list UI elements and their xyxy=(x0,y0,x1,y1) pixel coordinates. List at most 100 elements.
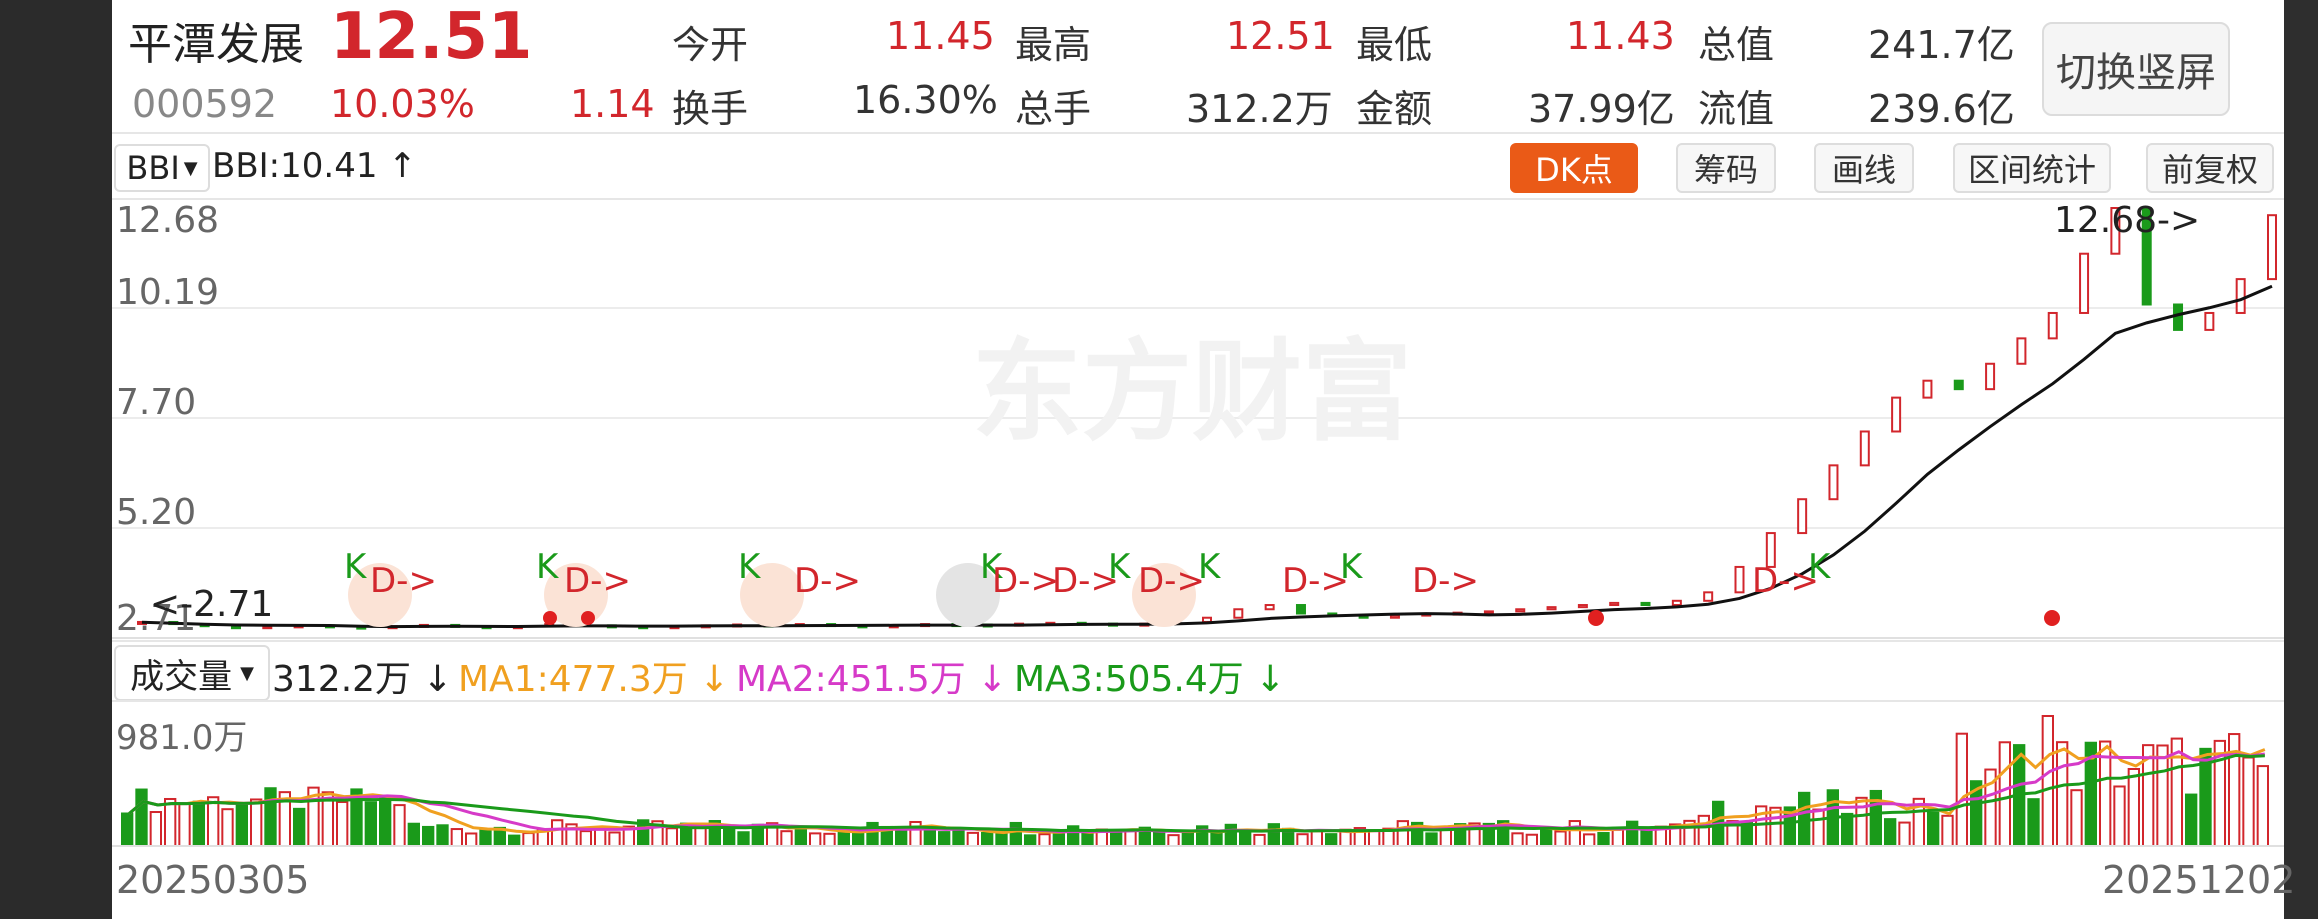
candle xyxy=(2173,303,2184,331)
switch-portrait-button[interactable]: 切换竖屏 xyxy=(2042,22,2230,116)
volume-bar xyxy=(594,828,607,847)
candle xyxy=(1640,601,1651,607)
volume-bar xyxy=(1325,833,1338,848)
signal-label: D-> xyxy=(794,561,861,601)
amount-value: 37.99亿 xyxy=(1528,87,1675,131)
signal-label: D-> xyxy=(564,561,631,601)
volume-bar xyxy=(2113,785,2126,848)
dk-point-button[interactable]: DK点 xyxy=(1510,143,1638,193)
right-dark-margin xyxy=(2284,0,2318,919)
volume-bar xyxy=(508,834,521,848)
current-price: 12.51 xyxy=(330,0,533,74)
volume-bar xyxy=(379,795,392,848)
volume-indicator-select[interactable]: 成交量 ▼ xyxy=(114,645,270,701)
volume-bar xyxy=(250,798,263,848)
volume-bar xyxy=(2070,789,2083,847)
draw-line-button[interactable]: 画线 xyxy=(1814,143,1914,193)
volume-bar xyxy=(407,822,420,847)
volume-bar xyxy=(579,830,592,847)
volume-bar xyxy=(1181,831,1194,847)
change-percent: 10.03% xyxy=(330,82,475,126)
candle xyxy=(1264,604,1275,611)
volume-value: 312.2万 xyxy=(1186,87,1333,131)
volume-bar xyxy=(235,803,248,847)
volume-bar xyxy=(336,801,349,847)
signal-label: K xyxy=(344,547,368,587)
volume-bar xyxy=(694,825,707,848)
volume-bar xyxy=(1038,833,1051,847)
turnover-value: 16.30% xyxy=(853,78,998,122)
signal-label: K xyxy=(536,547,560,587)
kline-chart[interactable]: 东方财富 K D-> K D-> K D-> KD->D->K D->K D->K D-> D->K xyxy=(112,200,2284,640)
open-label: 今开 xyxy=(672,23,749,67)
volume-ma1: MA1:477.3万 ↓ xyxy=(458,659,730,700)
chip-button[interactable]: 筹码 xyxy=(1676,143,1776,193)
candle xyxy=(1609,601,1620,607)
indicator-select[interactable]: BBI ▼ xyxy=(114,144,210,192)
volume-bar xyxy=(809,832,822,848)
volume-bar xyxy=(1626,820,1639,847)
float-cap-value: 239.6亿 xyxy=(1868,87,2015,131)
volume-bar xyxy=(1841,812,1854,847)
volume-bar xyxy=(1210,832,1223,847)
adjust-button[interactable]: 前复权 xyxy=(2146,143,2274,193)
volume-bar xyxy=(2127,767,2140,847)
volume-bar xyxy=(995,833,1008,847)
volume-bar xyxy=(479,829,492,847)
dk-signals: K D-> K D-> K D-> KD->D->K D->K D->K D-> D->K xyxy=(344,547,1832,601)
volume-bar xyxy=(1296,833,1309,847)
candle xyxy=(2016,337,2027,365)
signal-label: D-> xyxy=(1138,561,1205,601)
total-cap-value: 241.7亿 xyxy=(1868,23,2015,67)
stock-name: 平潭发展 xyxy=(128,19,304,70)
volume-bar xyxy=(192,800,205,847)
volume-bar xyxy=(823,832,836,848)
volume-bar xyxy=(837,829,851,847)
candle xyxy=(1953,379,1964,391)
volume-bar xyxy=(938,831,951,848)
watermark: 东方财富 xyxy=(972,328,1412,456)
volume-bar xyxy=(436,824,449,848)
volume-bar xyxy=(1927,811,1940,847)
volume-bar xyxy=(2156,744,2169,847)
volume-bar xyxy=(121,812,134,847)
float-cap-label: 流值 xyxy=(1698,87,1775,131)
volume-bar xyxy=(1239,831,1252,848)
price-axis-label: 7.70 xyxy=(116,382,197,423)
ma2-text: MA2:451.5万 xyxy=(736,659,966,700)
candle xyxy=(1389,614,1400,619)
volume-bar xyxy=(1697,814,1710,847)
volume-chart[interactable] xyxy=(112,700,2284,850)
signal-label: K xyxy=(1198,547,1222,587)
signal-label: K xyxy=(738,547,762,587)
signal-label: D-> xyxy=(1412,561,1479,601)
volume-bar xyxy=(952,829,965,848)
candle xyxy=(1483,610,1494,615)
candle xyxy=(1515,608,1526,613)
candle xyxy=(1891,396,1902,433)
left-dark-margin xyxy=(0,0,112,919)
indicator-value: BBI:10.41 ↑ xyxy=(212,146,417,186)
candle xyxy=(1577,604,1588,609)
volume-bar xyxy=(364,801,378,847)
volume-bar xyxy=(1812,808,1825,847)
volume-bar xyxy=(852,832,865,847)
candle xyxy=(1546,606,1557,611)
candle xyxy=(1985,362,1996,391)
volume-bar xyxy=(1267,823,1280,847)
range-stats-button[interactable]: 区间统计 xyxy=(1953,143,2111,193)
date-start: 20250305 xyxy=(116,858,310,902)
volume-bar xyxy=(1540,826,1553,847)
candle xyxy=(2267,214,2277,281)
volume-bar xyxy=(1597,832,1610,848)
candle xyxy=(1703,591,1714,602)
candle xyxy=(2204,311,2215,331)
volume-bar xyxy=(780,830,793,848)
candle xyxy=(2079,252,2090,314)
date-end: 20251202 xyxy=(2102,858,2296,902)
volume-bar xyxy=(422,825,435,848)
signal-label: K xyxy=(1340,547,1364,587)
volume-bar xyxy=(1167,834,1180,848)
candle xyxy=(1233,608,1244,619)
volume-bar xyxy=(522,832,535,847)
